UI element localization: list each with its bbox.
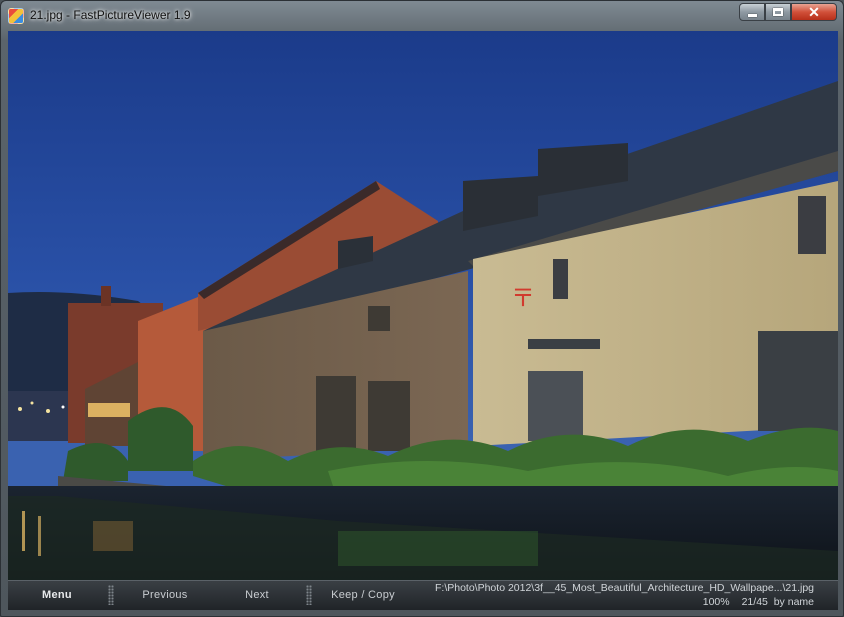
keep-copy-button[interactable]: Keep / Copy	[314, 581, 412, 609]
maximize-button[interactable]	[765, 3, 791, 21]
image-viewer[interactable]: 〒	[8, 31, 838, 580]
image-index: 21/45	[741, 596, 768, 608]
image-position: 21/45 by name	[742, 596, 814, 608]
grip-icon	[108, 585, 114, 605]
app-icon[interactable]	[8, 8, 24, 24]
close-button[interactable]: ✕	[791, 3, 837, 21]
image-info: 100% 21/45 by name	[703, 596, 814, 608]
menu-button[interactable]: Menu	[8, 581, 106, 609]
sort-order: by name	[773, 596, 814, 608]
title-bar[interactable]: 21.jpg - FastPictureViewer 1.9 ✕	[1, 1, 843, 30]
caption-buttons: ✕	[739, 3, 837, 21]
photo-canvas: 〒	[8, 31, 838, 580]
file-path: F:\Photo\Photo 2012\3f__45_Most_Beautifu…	[434, 582, 814, 594]
next-button[interactable]: Next	[212, 581, 302, 609]
maximize-icon	[773, 8, 783, 16]
minimize-button[interactable]	[739, 3, 765, 21]
svg-text:〒: 〒	[511, 284, 535, 312]
minimize-icon	[747, 13, 757, 17]
window-title: 21.jpg - FastPictureViewer 1.9	[30, 8, 191, 22]
grip-icon	[306, 585, 312, 605]
status-bar: Menu Previous Next Keep / Copy F:\Photo\…	[8, 580, 838, 610]
previous-button[interactable]: Previous	[118, 581, 212, 609]
app-window: 21.jpg - FastPictureViewer 1.9 ✕ 〒 Menu …	[0, 0, 844, 617]
close-icon: ✕	[808, 3, 820, 20]
zoom-level: 100%	[702, 596, 730, 608]
